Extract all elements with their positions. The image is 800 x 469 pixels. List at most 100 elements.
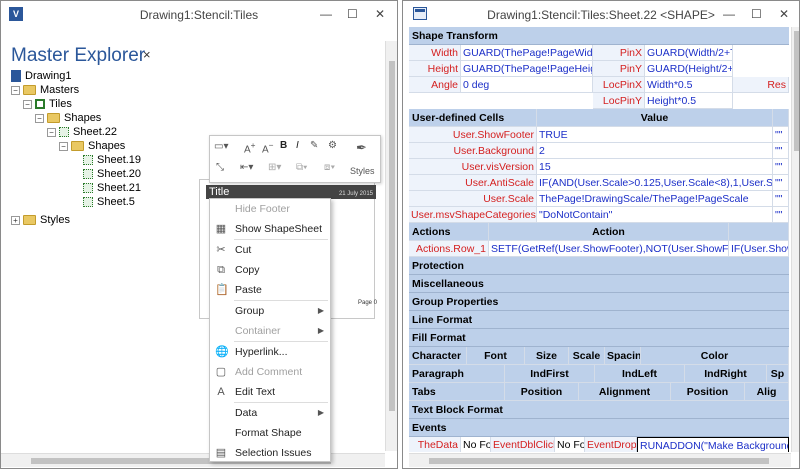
collapse-icon[interactable]: − (23, 99, 32, 109)
cell-value[interactable]: IF(User.Show (729, 241, 789, 257)
section-group-properties[interactable]: Group Properties (409, 293, 789, 311)
section-user-defined-cells[interactable]: User-defined Cells (409, 109, 537, 127)
tree-node-tiles[interactable]: − Tiles (23, 97, 72, 111)
section-fill-format[interactable]: Fill Format (409, 329, 789, 347)
cell-value[interactable]: Width*0.5 (645, 77, 733, 93)
explorer-close-icon[interactable]: × (143, 47, 151, 62)
section-paragraph[interactable]: Paragraph (409, 365, 505, 383)
menu-edit-text[interactable]: A Edit Text (210, 382, 332, 402)
tree-node-masters[interactable]: − Masters (11, 83, 79, 97)
styles-label[interactable]: Styles (350, 166, 375, 176)
section-shape-transform[interactable]: Shape Transform (409, 27, 789, 45)
cell-value[interactable]: GUARD(ThePage!PageHeight (461, 61, 593, 77)
shape-icon (83, 169, 93, 179)
align-icon[interactable]: ⇤▾ (240, 162, 253, 173)
maximize-button[interactable]: ☐ (751, 7, 762, 21)
minimize-button[interactable]: — (320, 7, 332, 21)
cell-value[interactable]: No Fo (461, 437, 491, 452)
connector-icon[interactable]: ⤡ (216, 162, 224, 173)
minimize-button[interactable]: — (723, 7, 735, 21)
gear-icon[interactable]: ⚙ (328, 140, 337, 151)
cell-value[interactable]: Height*0.5 (645, 93, 733, 109)
text-block-icon[interactable]: ▭▾ (214, 141, 228, 152)
user-cell-value[interactable]: TRUE (537, 127, 773, 143)
section-text-block-format[interactable]: Text Block Format (409, 401, 789, 419)
cell-value[interactable]: GUARD(Height/2+T (645, 61, 733, 77)
tree-node-subshapes[interactable]: − Shapes (59, 139, 125, 153)
user-cell-prompt[interactable]: "" (773, 207, 789, 223)
tree-node-styles[interactable]: + Styles (11, 213, 70, 227)
title-bar: Drawing1:Stencil:Tiles:Sheet.22 <SHAPE> … (403, 1, 799, 29)
tree-node-sheet19[interactable]: Sheet.19 (83, 153, 141, 167)
styles-icon[interactable]: ✒ (356, 140, 367, 156)
font-grow-icon[interactable]: A+ (244, 140, 256, 155)
copy-icon: ⧉ (217, 264, 225, 276)
vertical-scrollbar[interactable] (385, 41, 397, 451)
user-cell-value[interactable]: 15 (537, 159, 773, 175)
vertical-scrollbar[interactable] (791, 27, 799, 452)
section-protection[interactable]: Protection (409, 257, 789, 275)
tree-node-sheet22[interactable]: − Sheet.22 (47, 125, 117, 139)
italic-icon[interactable]: I (296, 140, 299, 151)
user-cell-prompt[interactable]: "" (773, 127, 789, 143)
tree-node-sheet21[interactable]: Sheet.21 (83, 181, 141, 195)
menu-format-shape[interactable]: Format Shape (210, 423, 332, 443)
cell-label: LocPinX (593, 77, 645, 93)
maximize-button[interactable]: ☐ (347, 7, 358, 21)
cell-value[interactable]: GUARD(ThePage!PageWidth- (461, 45, 593, 61)
user-cell-value[interactable]: ThePage!DrawingScale/ThePage!PageScale (537, 191, 773, 207)
user-cell-prompt[interactable]: "" (773, 175, 789, 191)
close-button[interactable]: ✕ (779, 7, 789, 21)
expand-icon[interactable]: + (11, 215, 20, 225)
cell-value[interactable]: GUARD(Width/2+Th (645, 45, 733, 61)
close-button[interactable]: ✕ (375, 7, 385, 21)
shape-title-bar[interactable]: Title 21 July 2015 (206, 185, 376, 199)
section-miscellaneous[interactable]: Miscellaneous (409, 275, 789, 293)
format-painter-icon[interactable]: ✎ (310, 140, 318, 151)
user-cell-prompt[interactable]: "" (773, 159, 789, 175)
collapse-icon[interactable]: − (47, 127, 56, 137)
cell-label: Res (733, 77, 789, 93)
user-cell-value[interactable]: IF(AND(User.Scale>0.125,User.Scale<8),1,… (537, 175, 773, 191)
collapse-icon[interactable]: − (35, 113, 44, 123)
cell-value[interactable]: 0 deg (461, 77, 593, 93)
menu-copy[interactable]: ⧉ Copy (210, 260, 332, 280)
collapse-icon[interactable]: − (59, 141, 68, 151)
menu-show-shapesheet[interactable]: ▦ Show ShapeSheet (210, 219, 332, 239)
user-cell-value[interactable]: 2 (537, 143, 773, 159)
collapse-icon[interactable]: − (11, 85, 20, 95)
horizontal-scrollbar[interactable] (409, 453, 791, 467)
menu-selection-issues[interactable]: ▤ Selection Issues (210, 443, 332, 463)
cell-value[interactable]: No Fo (555, 437, 585, 452)
shape-icon (83, 183, 93, 193)
section-line-format[interactable]: Line Format (409, 311, 789, 329)
event-drop-cell[interactable]: RUNADDON("Make Background") (637, 437, 789, 452)
section-tabs[interactable]: Tabs (409, 383, 505, 401)
bold-icon[interactable]: B (280, 140, 287, 151)
menu-group[interactable]: Group ▶ (210, 301, 332, 321)
cell-label: EventDblClick (491, 437, 555, 452)
tree-node-shapes[interactable]: − Shapes (35, 111, 101, 125)
menu-hide-footer[interactable]: Hide Footer (210, 199, 332, 219)
menu-cut[interactable]: ✂ Cut (210, 240, 332, 260)
tree-node-sheet5[interactable]: Sheet.5 (83, 195, 135, 209)
section-events[interactable]: Events (409, 419, 789, 437)
user-cell-prompt[interactable]: "" (773, 143, 789, 159)
user-cell-value[interactable]: "DoNotContain" (537, 207, 773, 223)
menu-add-comment[interactable]: ▢ Add Comment (210, 362, 332, 382)
user-cell-prompt[interactable]: "" (773, 191, 789, 207)
menu-hyperlink[interactable]: 🌐 Hyperlink... (210, 342, 332, 362)
menu-paste[interactable]: 📋 Paste (210, 280, 332, 300)
font-shrink-icon[interactable]: A− (262, 140, 274, 155)
text-icon: A (217, 386, 225, 398)
section-actions[interactable]: Actions (409, 223, 489, 241)
column-header: Color (641, 347, 789, 365)
shape-icon (83, 155, 93, 165)
section-character[interactable]: Character (409, 347, 467, 365)
tree-node-sheet20[interactable]: Sheet.20 (83, 167, 141, 181)
tree-node-drawing[interactable]: Drawing1 (11, 69, 71, 83)
menu-container[interactable]: Container ▶ (210, 321, 332, 341)
cell-value[interactable]: SETF(GetRef(User.ShowFooter),NOT(User.Sh… (489, 241, 729, 257)
column-header: IndFirst (505, 365, 595, 383)
menu-data[interactable]: Data ▶ (210, 403, 332, 423)
